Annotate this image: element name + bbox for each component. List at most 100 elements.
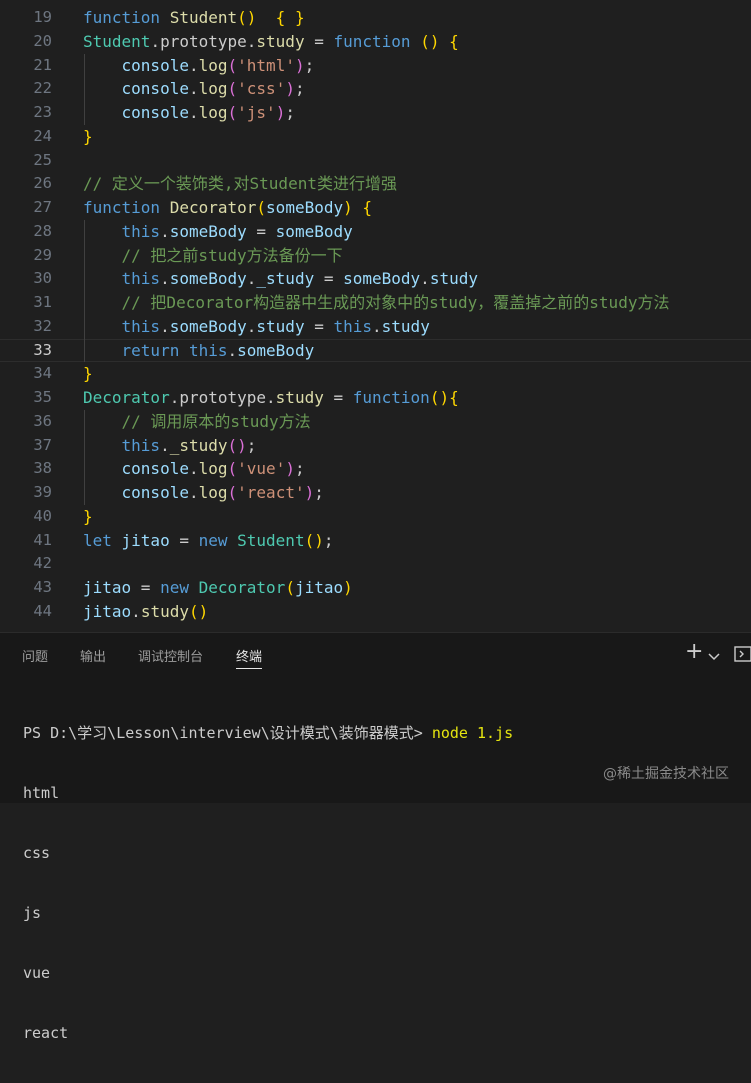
code-text: this.someBody = someBody (83, 220, 353, 244)
code-line[interactable]: 32 this.someBody.study = this.study (0, 315, 751, 339)
code-text: Student.prototype.study = function () { (83, 30, 459, 54)
code-line[interactable]: 26 // 定义一个装饰类,对Student类进行增强 (0, 172, 751, 196)
line-number: 38 (33, 459, 52, 478)
code-line[interactable]: 29 // 把之前study方法备份一下 (0, 244, 751, 268)
code-token: ) (343, 578, 353, 597)
code-token: . (188, 459, 199, 479)
code-token: . (188, 483, 199, 502)
code-line[interactable]: 34} (0, 362, 751, 386)
line-number: 20 (33, 31, 52, 50)
code-line[interactable]: 30 this.someBody._study = someBody.study (0, 267, 751, 291)
code-line[interactable]: 27 function Decorator(someBody) { (0, 196, 751, 220)
code-token: { (362, 198, 373, 217)
split-terminal-icon[interactable] (734, 645, 751, 668)
code-line[interactable]: 44 jitao.study() (0, 600, 751, 624)
code-token: .prototype. (169, 388, 276, 407)
tab-problems[interactable]: 问题 (22, 646, 48, 665)
terminal-prompt-line: PS D:\学习\Lesson\interview\设计模式\装饰器模式> no… (23, 723, 513, 743)
line-number: 29 (33, 245, 52, 264)
code-token: = (169, 530, 199, 550)
code-text: function Student() { } (83, 6, 305, 30)
code-token: ; (294, 459, 305, 479)
terminal-output[interactable]: PS D:\学习\Lesson\interview\设计模式\装饰器模式> no… (23, 683, 513, 1083)
code-token: Student (169, 8, 238, 27)
panel-tabs: 问题 输出 调试控制台 终端 + (0, 633, 751, 677)
code-line[interactable]: 42 (0, 552, 751, 576)
code-token: Decorator (198, 578, 286, 597)
code-token: ( (227, 459, 238, 479)
tab-debug-console[interactable]: 调试控制台 (138, 646, 203, 665)
code-token: 'css' (237, 79, 286, 99)
code-token: ; (314, 483, 324, 502)
tab-terminal[interactable]: 终端 (236, 646, 263, 669)
code-token: let (83, 530, 122, 550)
code-token: someBody (237, 340, 315, 360)
code-text: function Decorator(someBody) { (83, 196, 372, 220)
code-token: ) (304, 483, 315, 502)
indent-guide (84, 409, 85, 505)
terminal-line: css (23, 844, 51, 862)
code-line[interactable]: 24} (0, 125, 751, 149)
code-token: return (121, 340, 189, 360)
code-line[interactable]: 28 this.someBody = someBody (0, 220, 751, 244)
code-token: 'vue' (237, 459, 286, 479)
code-line[interactable]: 37 this._study(); (0, 434, 751, 458)
line-number: 39 (33, 483, 52, 501)
line-number: 40 (33, 506, 52, 525)
code-line[interactable]: 20 Student.prototype.study = function () … (0, 30, 751, 54)
code-token: log (198, 483, 228, 502)
code-line[interactable]: 25 (0, 149, 751, 173)
code-token: log (198, 79, 228, 99)
code-editor[interactable]: 19 function Student() { } 20 Student.protot… (0, 0, 751, 632)
code-token: jitao (294, 578, 344, 597)
code-text: // 把之前study方法备份一下 (83, 244, 343, 268)
code-token: ) (285, 79, 295, 99)
line-number: 33 (33, 340, 52, 359)
code-token: log (198, 459, 228, 479)
code-text: jitao.study() (83, 600, 208, 624)
line-number: 23 (33, 103, 52, 121)
code-line[interactable]: 36 // 调用原本的study方法 (0, 410, 751, 434)
code-line[interactable]: 40} (0, 505, 751, 529)
code-line[interactable]: 43 jitao = new Decorator(jitao) (0, 576, 751, 600)
code-token: _study (256, 269, 315, 289)
line-number: 36 (33, 411, 52, 430)
code-line[interactable]: 23 console.log('js'); (0, 101, 751, 125)
code-token: Decorator (83, 388, 170, 407)
code-line[interactable]: 33 return this.someBody (0, 338, 751, 363)
code-text: this._study(); (83, 434, 257, 458)
code-token: ( (256, 198, 267, 217)
code-line[interactable]: 21 console.log('html'); (0, 54, 751, 78)
line-number: 41 (33, 530, 52, 549)
code-token: } (83, 364, 93, 384)
code-token: = (304, 31, 334, 51)
tab-output[interactable]: 输出 (80, 646, 106, 665)
code-token: jitao (121, 530, 170, 550)
code-token: ( (227, 79, 238, 99)
code-token: this (121, 435, 161, 455)
code-text: jitao = new Decorator(jitao) (83, 576, 353, 600)
code-token: someBody (275, 221, 353, 241)
code-line[interactable]: 38 console.log('vue'); (0, 457, 751, 481)
code-line[interactable]: 41 let jitao = new Student(); (0, 529, 751, 553)
code-token: . (372, 316, 382, 336)
chevron-down-icon[interactable] (708, 646, 720, 668)
code-line[interactable]: 19 function Student() { } (0, 6, 751, 30)
code-text: console.log('css'); (83, 77, 305, 101)
code-line[interactable]: 35 Decorator.prototype.study = function()… (0, 386, 751, 410)
code-line[interactable]: 22 console.log('css'); (0, 77, 751, 101)
code-text: // 把Decorator构造器中生成的对象中的study，覆盖掉之前的stud… (83, 291, 670, 315)
code-token: someBody (343, 269, 421, 289)
line-number: 31 (33, 293, 52, 311)
code-token: ; (285, 103, 295, 122)
code-line[interactable]: 31 // 把Decorator构造器中生成的对象中的study，覆盖掉之前的s… (0, 291, 751, 315)
code-token: // 把Decorator构造器中生成的对象中的study，覆盖掉之前的stud… (121, 293, 670, 312)
line-number: 34 (33, 364, 52, 383)
code-token: someBody (169, 316, 247, 336)
code-line[interactable]: 39 console.log('react'); (0, 481, 751, 505)
plus-icon[interactable]: + (685, 641, 703, 663)
